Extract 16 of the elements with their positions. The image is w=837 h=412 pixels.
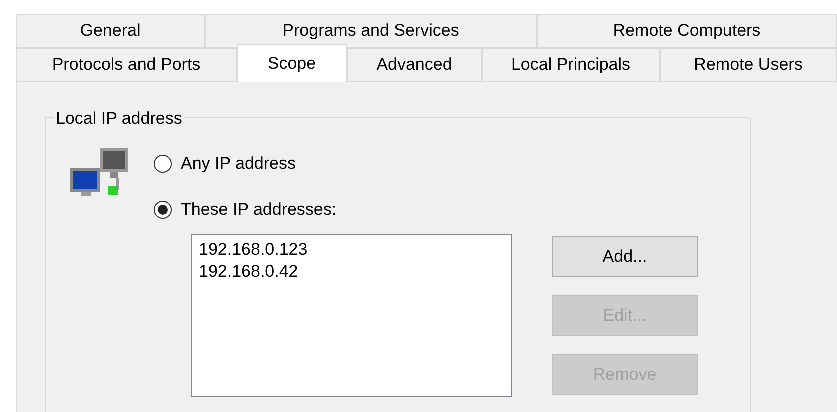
radio-button[interactable]	[154, 155, 172, 173]
tab[interactable]: Remote Computers	[537, 14, 837, 48]
tab[interactable]: Programs and Services	[205, 14, 537, 48]
tab[interactable]: Advanced	[347, 48, 482, 82]
tab[interactable]: Remote Users	[660, 48, 837, 82]
radio-option[interactable]: These IP addresses:	[154, 198, 337, 222]
action-button[interactable]: Add...	[552, 236, 698, 277]
radio-button[interactable]	[154, 201, 172, 219]
list-item[interactable]: 192.168.0.42	[199, 261, 504, 283]
tab[interactable]: Local Principals	[482, 48, 660, 82]
address-list[interactable]: 192.168.0.123 192.168.0.42	[191, 234, 512, 397]
list-item[interactable]: 192.168.0.123	[199, 239, 504, 261]
tab[interactable]: General	[16, 14, 205, 48]
tab[interactable]: Scope	[237, 44, 347, 82]
radio-option[interactable]: Any IP address	[154, 152, 337, 176]
tab[interactable]: Protocols and Ports	[16, 48, 237, 82]
